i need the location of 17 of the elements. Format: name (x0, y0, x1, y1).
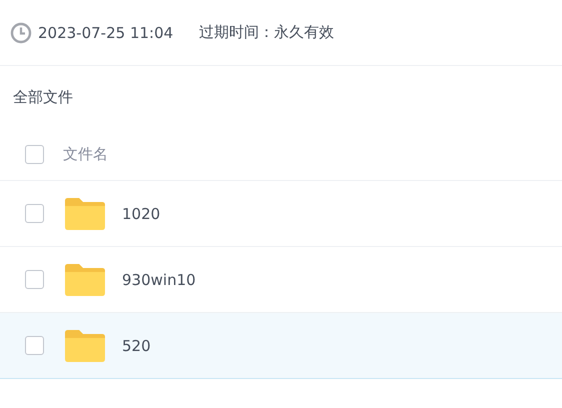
file-row[interactable]: 1020 (0, 181, 562, 247)
folder-icon (65, 198, 105, 230)
checkbox[interactable] (25, 336, 44, 355)
checkbox[interactable] (25, 204, 44, 223)
file-name[interactable]: 520 (122, 336, 151, 354)
file-name[interactable]: 930win10 (122, 270, 196, 288)
expiry-text: 过期时间：永久有效 (199, 23, 334, 42)
clock-icon (10, 22, 32, 44)
checkbox[interactable] (25, 145, 44, 164)
share-time: 2023-07-25 11:04 (38, 24, 174, 42)
breadcrumb[interactable]: 全部文件 (13, 88, 73, 107)
column-header: 文件名 (63, 145, 108, 164)
checkbox[interactable] (25, 270, 44, 289)
file-name[interactable]: 1020 (122, 204, 160, 222)
file-row[interactable]: 520 (0, 313, 562, 379)
folder-icon (65, 330, 105, 362)
folder-icon (65, 264, 105, 296)
